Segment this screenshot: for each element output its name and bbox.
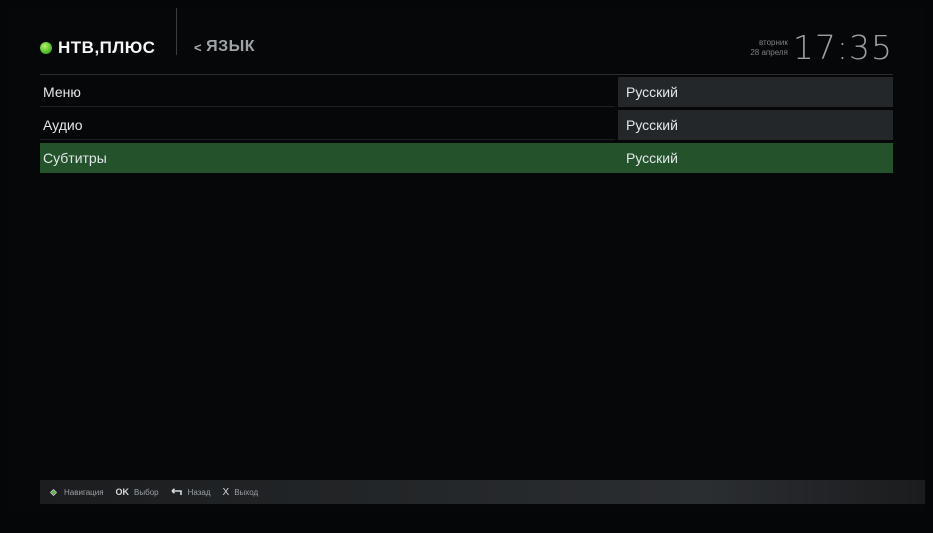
- header-rule: [40, 74, 893, 75]
- setting-value[interactable]: Русский: [618, 143, 893, 173]
- setting-value[interactable]: Русский: [618, 77, 893, 107]
- setting-row-subtitles[interactable]: Субтитры Русский: [40, 143, 893, 173]
- header-divider: [176, 8, 177, 55]
- back-arrow-icon: [171, 488, 183, 496]
- page-title-text: ЯЗЫК: [206, 38, 256, 55]
- setting-label: Меню: [40, 77, 615, 107]
- hint-label: Назад: [187, 487, 211, 497]
- setting-label: Субтитры: [43, 150, 107, 166]
- tv-screen: НТВ,ПЛЮС < ЯЗЫК вторник 28 апреля 17:35 …: [8, 8, 925, 513]
- hint-navigation: Навигация: [48, 487, 104, 498]
- remote-hints-bar: Навигация OK Выбор Назад X Выход: [40, 480, 925, 504]
- hint-back: Назад: [171, 488, 211, 497]
- page-title[interactable]: < ЯЗЫК: [194, 38, 255, 56]
- date-text: 28 апреля: [750, 47, 788, 57]
- navigation-icon: [48, 487, 59, 498]
- hint-select: OK Выбор: [116, 487, 159, 497]
- clock: вторник 28 апреля 17:35: [750, 28, 893, 67]
- date-block: вторник 28 апреля: [750, 38, 788, 58]
- setting-row-menu[interactable]: Меню Русский: [40, 77, 893, 107]
- time-text: 17:35: [792, 28, 893, 67]
- ok-key-icon: OK: [115, 487, 130, 497]
- setting-label: Аудио: [40, 110, 615, 140]
- logo-text: НТВ,ПЛЮС: [58, 38, 156, 57]
- back-chevron-icon[interactable]: <: [194, 40, 202, 55]
- settings-list: Меню Русский Аудио Русский Субтитры Русс…: [40, 77, 893, 176]
- setting-value[interactable]: Русский: [618, 110, 893, 140]
- hint-label: Навигация: [64, 487, 104, 497]
- hint-exit: X Выход: [223, 487, 259, 498]
- setting-row-audio[interactable]: Аудио Русский: [40, 110, 893, 140]
- logo-dot-icon: [40, 42, 52, 54]
- hint-label: Выход: [234, 487, 259, 497]
- day-of-week: вторник: [758, 37, 788, 47]
- ntv-plus-logo: НТВ,ПЛЮС: [40, 38, 155, 58]
- hint-label: Выбор: [134, 487, 159, 497]
- exit-x-icon: X: [222, 486, 230, 498]
